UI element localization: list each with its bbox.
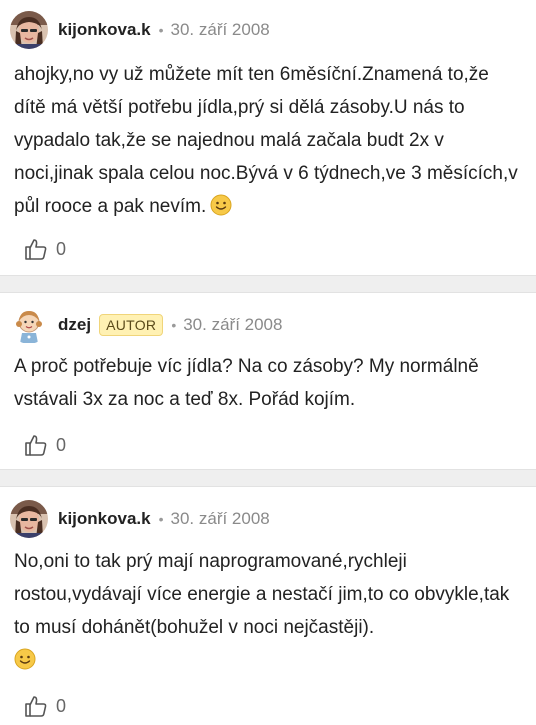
comment-text-content: A proč potřebuje víc jídla? Na co zásoby… bbox=[14, 356, 479, 410]
comment-header: kijonkova.k • 30. září 2008 bbox=[10, 10, 270, 50]
comment-item: kijonkova.k • 30. září 2008 ahojky,no vy… bbox=[0, 0, 536, 275]
like-button[interactable]: 0 bbox=[24, 693, 66, 719]
comment-item: dzej AUTOR • 30. září 2008 A proč potřeb… bbox=[0, 293, 536, 469]
like-count: 0 bbox=[56, 434, 67, 455]
comment-text: A proč potřebuje víc jídla? Na co zásoby… bbox=[14, 350, 524, 416]
comment-text-content: ahojky,no vy už můžete mít ten 6měsíční.… bbox=[14, 64, 518, 217]
comment-text-content: No,oni to tak prý mají naprogramované,ry… bbox=[14, 551, 510, 638]
comment-text: No,oni to tak prý mají naprogramované,ry… bbox=[14, 545, 524, 677]
avatar[interactable] bbox=[10, 500, 48, 538]
like-button[interactable]: 0 bbox=[24, 236, 66, 262]
comment-date: 30. září 2008 bbox=[183, 315, 283, 334]
smiley-icon bbox=[14, 648, 36, 670]
avatar[interactable] bbox=[10, 11, 48, 49]
thumbs-up-icon[interactable] bbox=[24, 433, 48, 457]
username[interactable]: kijonkova.k bbox=[58, 509, 151, 529]
like-count: 0 bbox=[56, 238, 67, 259]
meta-separator: • bbox=[171, 317, 177, 333]
smiley-icon bbox=[210, 194, 232, 216]
thumbs-up-icon[interactable] bbox=[24, 694, 48, 718]
comment-header: kijonkova.k • 30. září 2008 bbox=[10, 499, 270, 539]
comment-text: ahojky,no vy už můžete mít ten 6měsíční.… bbox=[14, 58, 524, 223]
avatar[interactable] bbox=[10, 306, 48, 344]
comment-divider bbox=[0, 469, 536, 487]
meta-separator: • bbox=[158, 22, 164, 38]
username[interactable]: kijonkova.k bbox=[58, 20, 151, 40]
comment-date: 30. září 2008 bbox=[170, 509, 270, 528]
like-count: 0 bbox=[56, 695, 67, 716]
thumbs-up-icon[interactable] bbox=[24, 237, 48, 261]
comment-header: dzej AUTOR • 30. září 2008 bbox=[10, 305, 282, 345]
author-badge: AUTOR bbox=[99, 314, 164, 336]
comment-date: 30. září 2008 bbox=[170, 20, 270, 39]
like-button[interactable]: 0 bbox=[24, 432, 66, 458]
meta-separator: • bbox=[158, 511, 164, 527]
username[interactable]: dzej bbox=[58, 315, 91, 335]
comment-divider bbox=[0, 275, 536, 293]
comment-item: kijonkova.k • 30. září 2008 No,oni to ta… bbox=[0, 487, 536, 725]
